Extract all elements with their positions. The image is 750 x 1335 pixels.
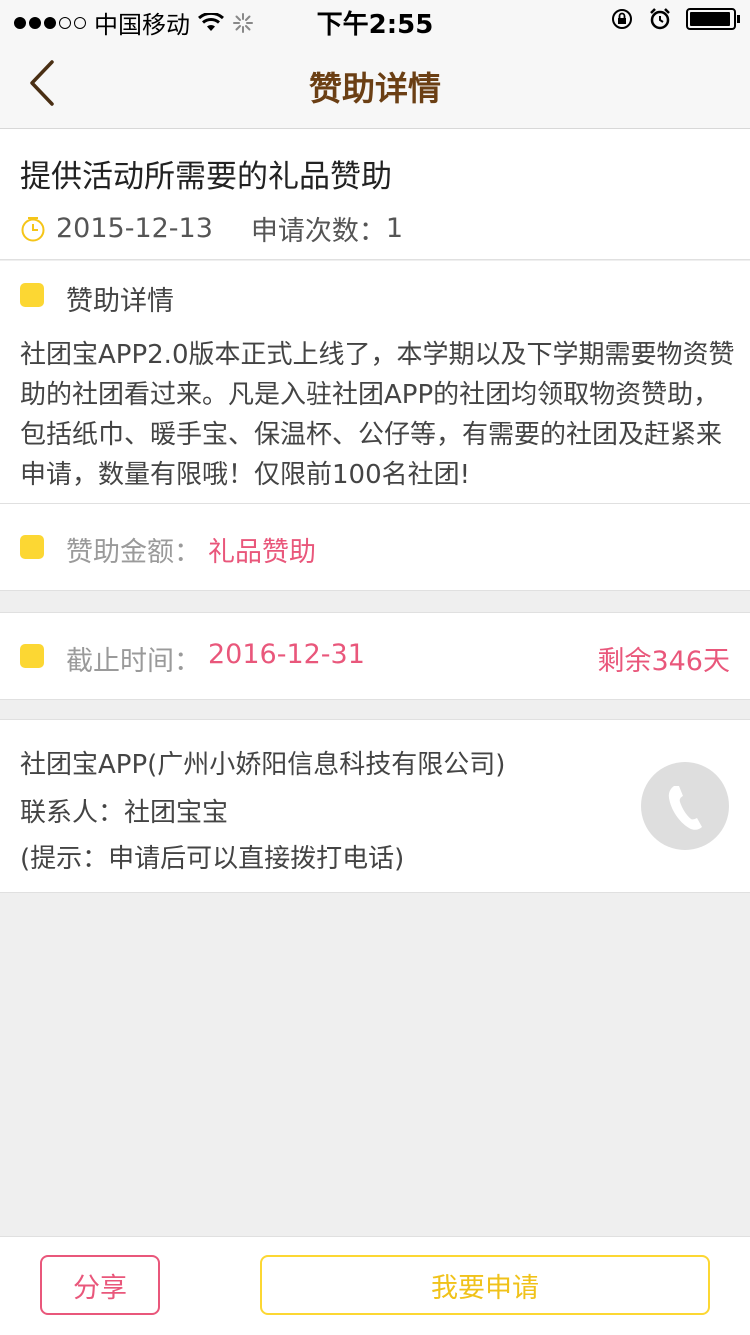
sponsorship-meta: 2015-12-13 申请次数： 1 [20,209,403,248]
status-right [610,7,740,31]
alarm-icon [650,8,670,30]
remaining-days: 剩余346天 [597,646,730,677]
page-title: 赞助详情 [309,69,441,108]
rotation-lock-icon [612,9,632,29]
contact-hint: (提示：申请后可以直接拨打电话) [20,844,405,874]
publish-date: 2015-12-13 [56,213,213,244]
contact-company: 社团宝APP(广州小娇阳信息科技有限公司) [20,750,506,780]
apply-count-label: 申请次数： [250,216,386,247]
apply-count: 1 [385,213,404,244]
detail-description: 社团宝APP2.0版本正式上线了，本学期以及下学期需要物资赞助的社团看过来。凡是… [20,340,735,490]
call-button[interactable] [641,762,729,850]
detail-heading: 赞助详情 [66,286,174,317]
amount-value: 礼品赞助 [208,537,316,568]
deadline-value: 2016-12-31 [208,639,365,670]
apply-button[interactable]: 我要申请 [260,1255,710,1315]
sponsorship-title: 提供活动所需要的礼品赞助 [20,159,392,195]
deadline-label: 截止时间： [66,646,201,677]
contact-section: 社团宝APP(广州小娇阳信息科技有限公司) 联系人：社团宝宝 (提示：申请后可以… [0,719,750,893]
share-button[interactable]: 分享 [40,1255,160,1315]
sponsorship-header: 提供活动所需要的礼品赞助 2015-12-13 申请次数： 1 [0,129,750,260]
contact-person: 联系人：社团宝宝 [20,798,229,828]
amount-section: 赞助金额： 礼品赞助 [0,504,750,591]
bullet-marker [20,283,44,307]
bullet-marker [20,535,44,559]
status-bar: 中国移动 下午2:55 [0,0,750,40]
battery-icon [686,8,740,30]
clock-icon [21,216,45,241]
bullet-marker [20,644,44,668]
amount-label: 赞助金额： [66,537,201,568]
bottom-action-bar: 分享 我要申请 [0,1236,750,1335]
detail-section: 赞助详情 社团宝APP2.0版本正式上线了，本学期以及下学期需要物资赞助的社团看… [0,261,750,504]
navigation-bar: 赞助详情 [0,40,750,129]
phone-icon [668,786,702,830]
deadline-section: 截止时间： 2016-12-31 剩余346天 [0,612,750,700]
